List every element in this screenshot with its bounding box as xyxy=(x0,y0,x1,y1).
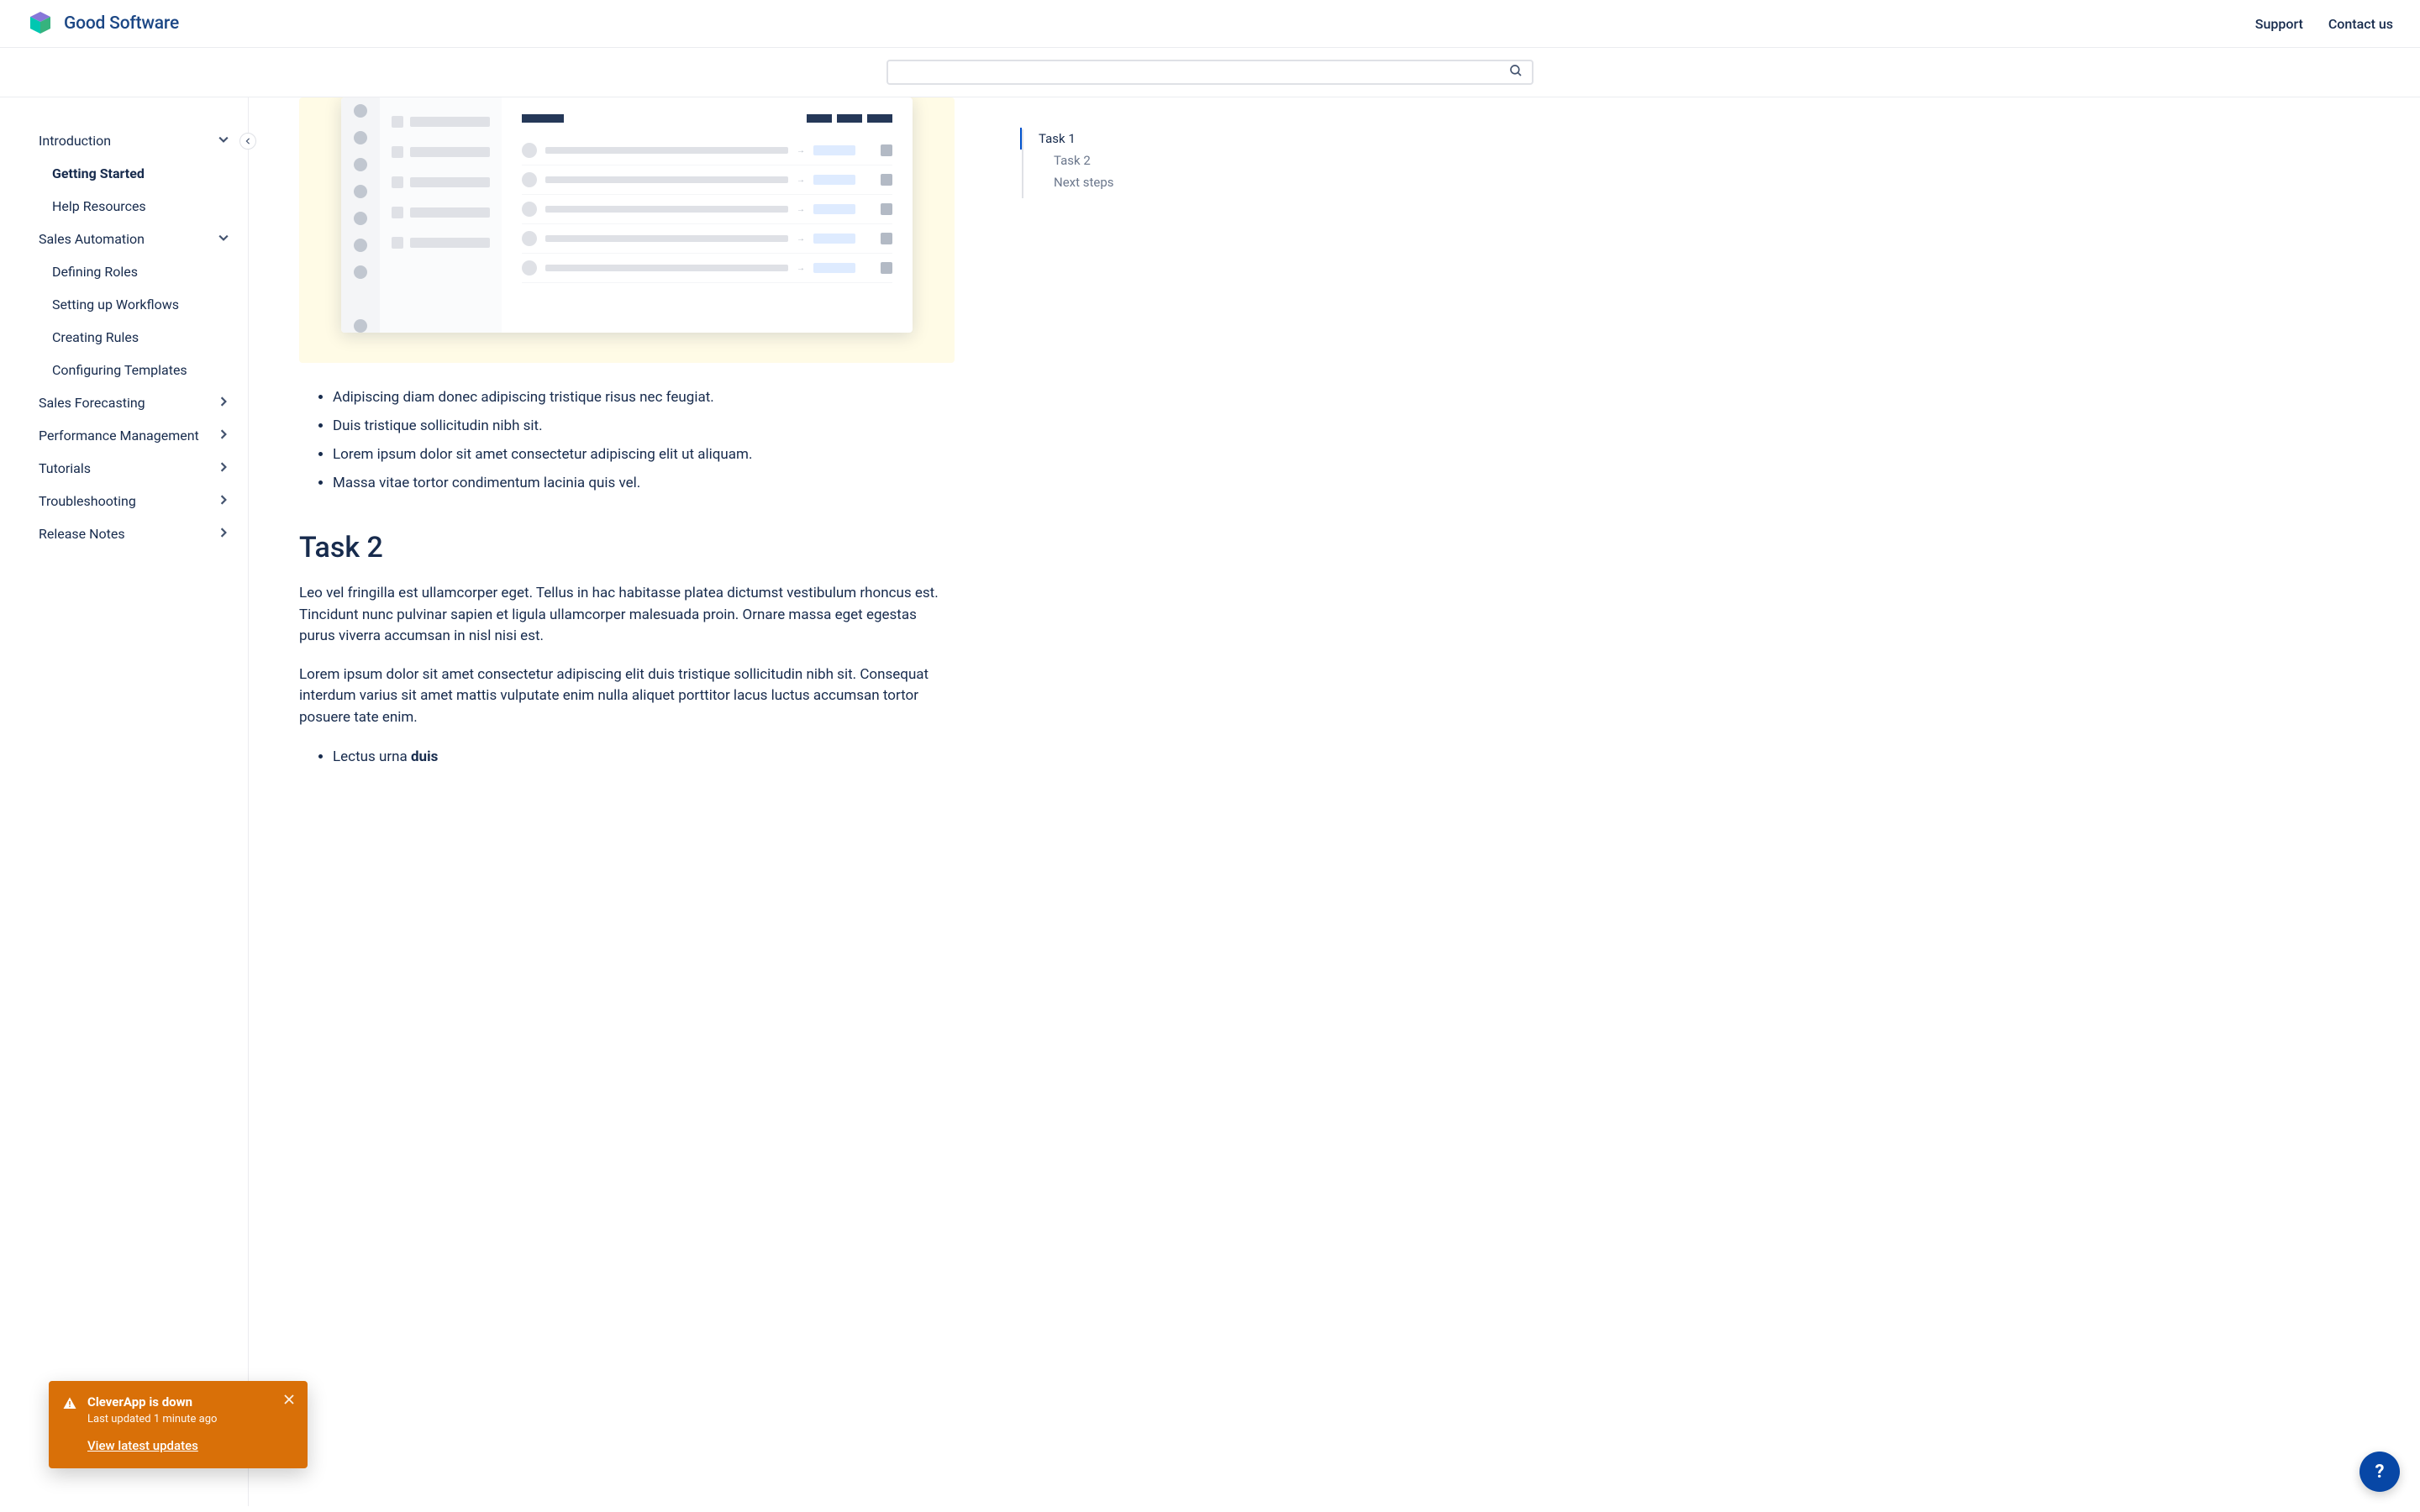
text-bold: duis xyxy=(411,748,438,765)
bullet-list: Lectus urna duis xyxy=(299,745,955,769)
sidebar-item-getting-started[interactable]: Getting Started xyxy=(52,157,231,190)
sidebar-item-sales-forecasting[interactable]: Sales Forecasting xyxy=(39,386,231,419)
brand-name: Good Software xyxy=(64,13,179,34)
sidebar-item-release-notes[interactable]: Release Notes xyxy=(39,517,231,550)
list-item: Duis tristique sollicitudin nibh sit. xyxy=(333,412,955,440)
toast-title: CleverApp is down xyxy=(87,1394,274,1410)
search-row xyxy=(0,48,2420,97)
chevron-right-icon xyxy=(216,462,231,475)
table-of-contents: Task 1 Task 2 Next steps xyxy=(1022,97,1190,193)
sidebar-item-introduction[interactable]: Introduction xyxy=(39,124,231,157)
sidebar: Introduction Getting Started Help Resour… xyxy=(0,97,249,1506)
brand[interactable]: Good Software xyxy=(27,10,179,37)
close-icon[interactable] xyxy=(284,1394,294,1408)
search-box[interactable] xyxy=(886,60,1534,85)
warning-icon xyxy=(62,1396,77,1415)
toc-item-next-steps[interactable]: Next steps xyxy=(1037,171,1190,193)
toc-item-task-2[interactable]: Task 2 xyxy=(1037,150,1190,171)
sidebar-label: Defining Roles xyxy=(52,264,138,280)
help-icon: ? xyxy=(2375,1462,2385,1483)
toc-item-task-1[interactable]: Task 1 xyxy=(1020,128,1190,150)
search-icon[interactable] xyxy=(1508,63,1523,81)
toast-link[interactable]: View latest updates xyxy=(87,1438,198,1453)
sidebar-item-defining-roles[interactable]: Defining Roles xyxy=(52,255,231,288)
list-item: Massa vitae tortor condimentum lacinia q… xyxy=(333,469,955,497)
sidebar-item-help-resources[interactable]: Help Resources xyxy=(52,190,231,223)
heading-task-2: Task 2 xyxy=(299,531,955,564)
chevron-down-icon xyxy=(216,233,231,245)
nav-contact[interactable]: Contact us xyxy=(2328,16,2393,32)
sidebar-label: Sales Forecasting xyxy=(39,395,145,411)
chevron-right-icon xyxy=(216,528,231,540)
sidebar-label: Help Resources xyxy=(52,198,146,214)
sidebar-collapse-button[interactable] xyxy=(239,133,256,150)
sidebar-item-sales-automation[interactable]: Sales Automation xyxy=(39,223,231,255)
paragraph: Leo vel fringilla est ullamcorper eget. … xyxy=(299,583,955,648)
text: Lectus urna xyxy=(333,748,411,765)
list-item: Lorem ipsum dolor sit amet consectetur a… xyxy=(333,440,955,469)
main-content: → → → → → Adipiscing diam donec adipisci… xyxy=(249,97,1005,1506)
status-toast: CleverApp is down Last updated 1 minute … xyxy=(49,1381,308,1468)
nav-support[interactable]: Support xyxy=(2255,16,2303,32)
sidebar-label: Tutorials xyxy=(39,460,91,476)
search-input[interactable] xyxy=(897,66,1508,79)
list-item: Adipiscing diam donec adipiscing tristiq… xyxy=(333,383,955,412)
top-header: Good Software Support Contact us xyxy=(0,0,2420,48)
chevron-right-icon xyxy=(216,396,231,409)
sidebar-item-setting-up-workflows[interactable]: Setting up Workflows xyxy=(52,288,231,321)
mock-app-window: → → → → → xyxy=(341,97,913,333)
sidebar-label: Configuring Templates xyxy=(52,362,187,378)
logo-icon xyxy=(27,10,54,37)
chevron-down-icon xyxy=(216,134,231,147)
sidebar-label: Introduction xyxy=(39,133,111,149)
sidebar-label: Setting up Workflows xyxy=(52,297,179,312)
sidebar-item-performance-management[interactable]: Performance Management xyxy=(39,419,231,452)
sidebar-label: Performance Management xyxy=(39,428,199,444)
bullet-list: Adipiscing diam donec adipiscing tristiq… xyxy=(299,363,955,497)
sidebar-label: Release Notes xyxy=(39,526,125,542)
sidebar-label: Getting Started xyxy=(52,165,145,181)
sidebar-item-troubleshooting[interactable]: Troubleshooting xyxy=(39,485,231,517)
chevron-right-icon xyxy=(216,429,231,442)
illustration-figure: → → → → → xyxy=(299,97,955,363)
list-item: Lectus urna duis xyxy=(333,745,955,769)
sidebar-label: Creating Rules xyxy=(52,329,139,345)
paragraph: Lorem ipsum dolor sit amet consectetur a… xyxy=(299,664,955,729)
sidebar-item-configuring-templates[interactable]: Configuring Templates xyxy=(52,354,231,386)
sidebar-item-creating-rules[interactable]: Creating Rules xyxy=(52,321,231,354)
sidebar-label: Troubleshooting xyxy=(39,493,136,509)
chevron-right-icon xyxy=(216,495,231,507)
sidebar-label: Sales Automation xyxy=(39,231,145,247)
header-nav: Support Contact us xyxy=(2255,16,2393,32)
sidebar-item-tutorials[interactable]: Tutorials xyxy=(39,452,231,485)
toast-subtitle: Last updated 1 minute ago xyxy=(87,1413,274,1425)
help-button[interactable]: ? xyxy=(2360,1452,2400,1492)
